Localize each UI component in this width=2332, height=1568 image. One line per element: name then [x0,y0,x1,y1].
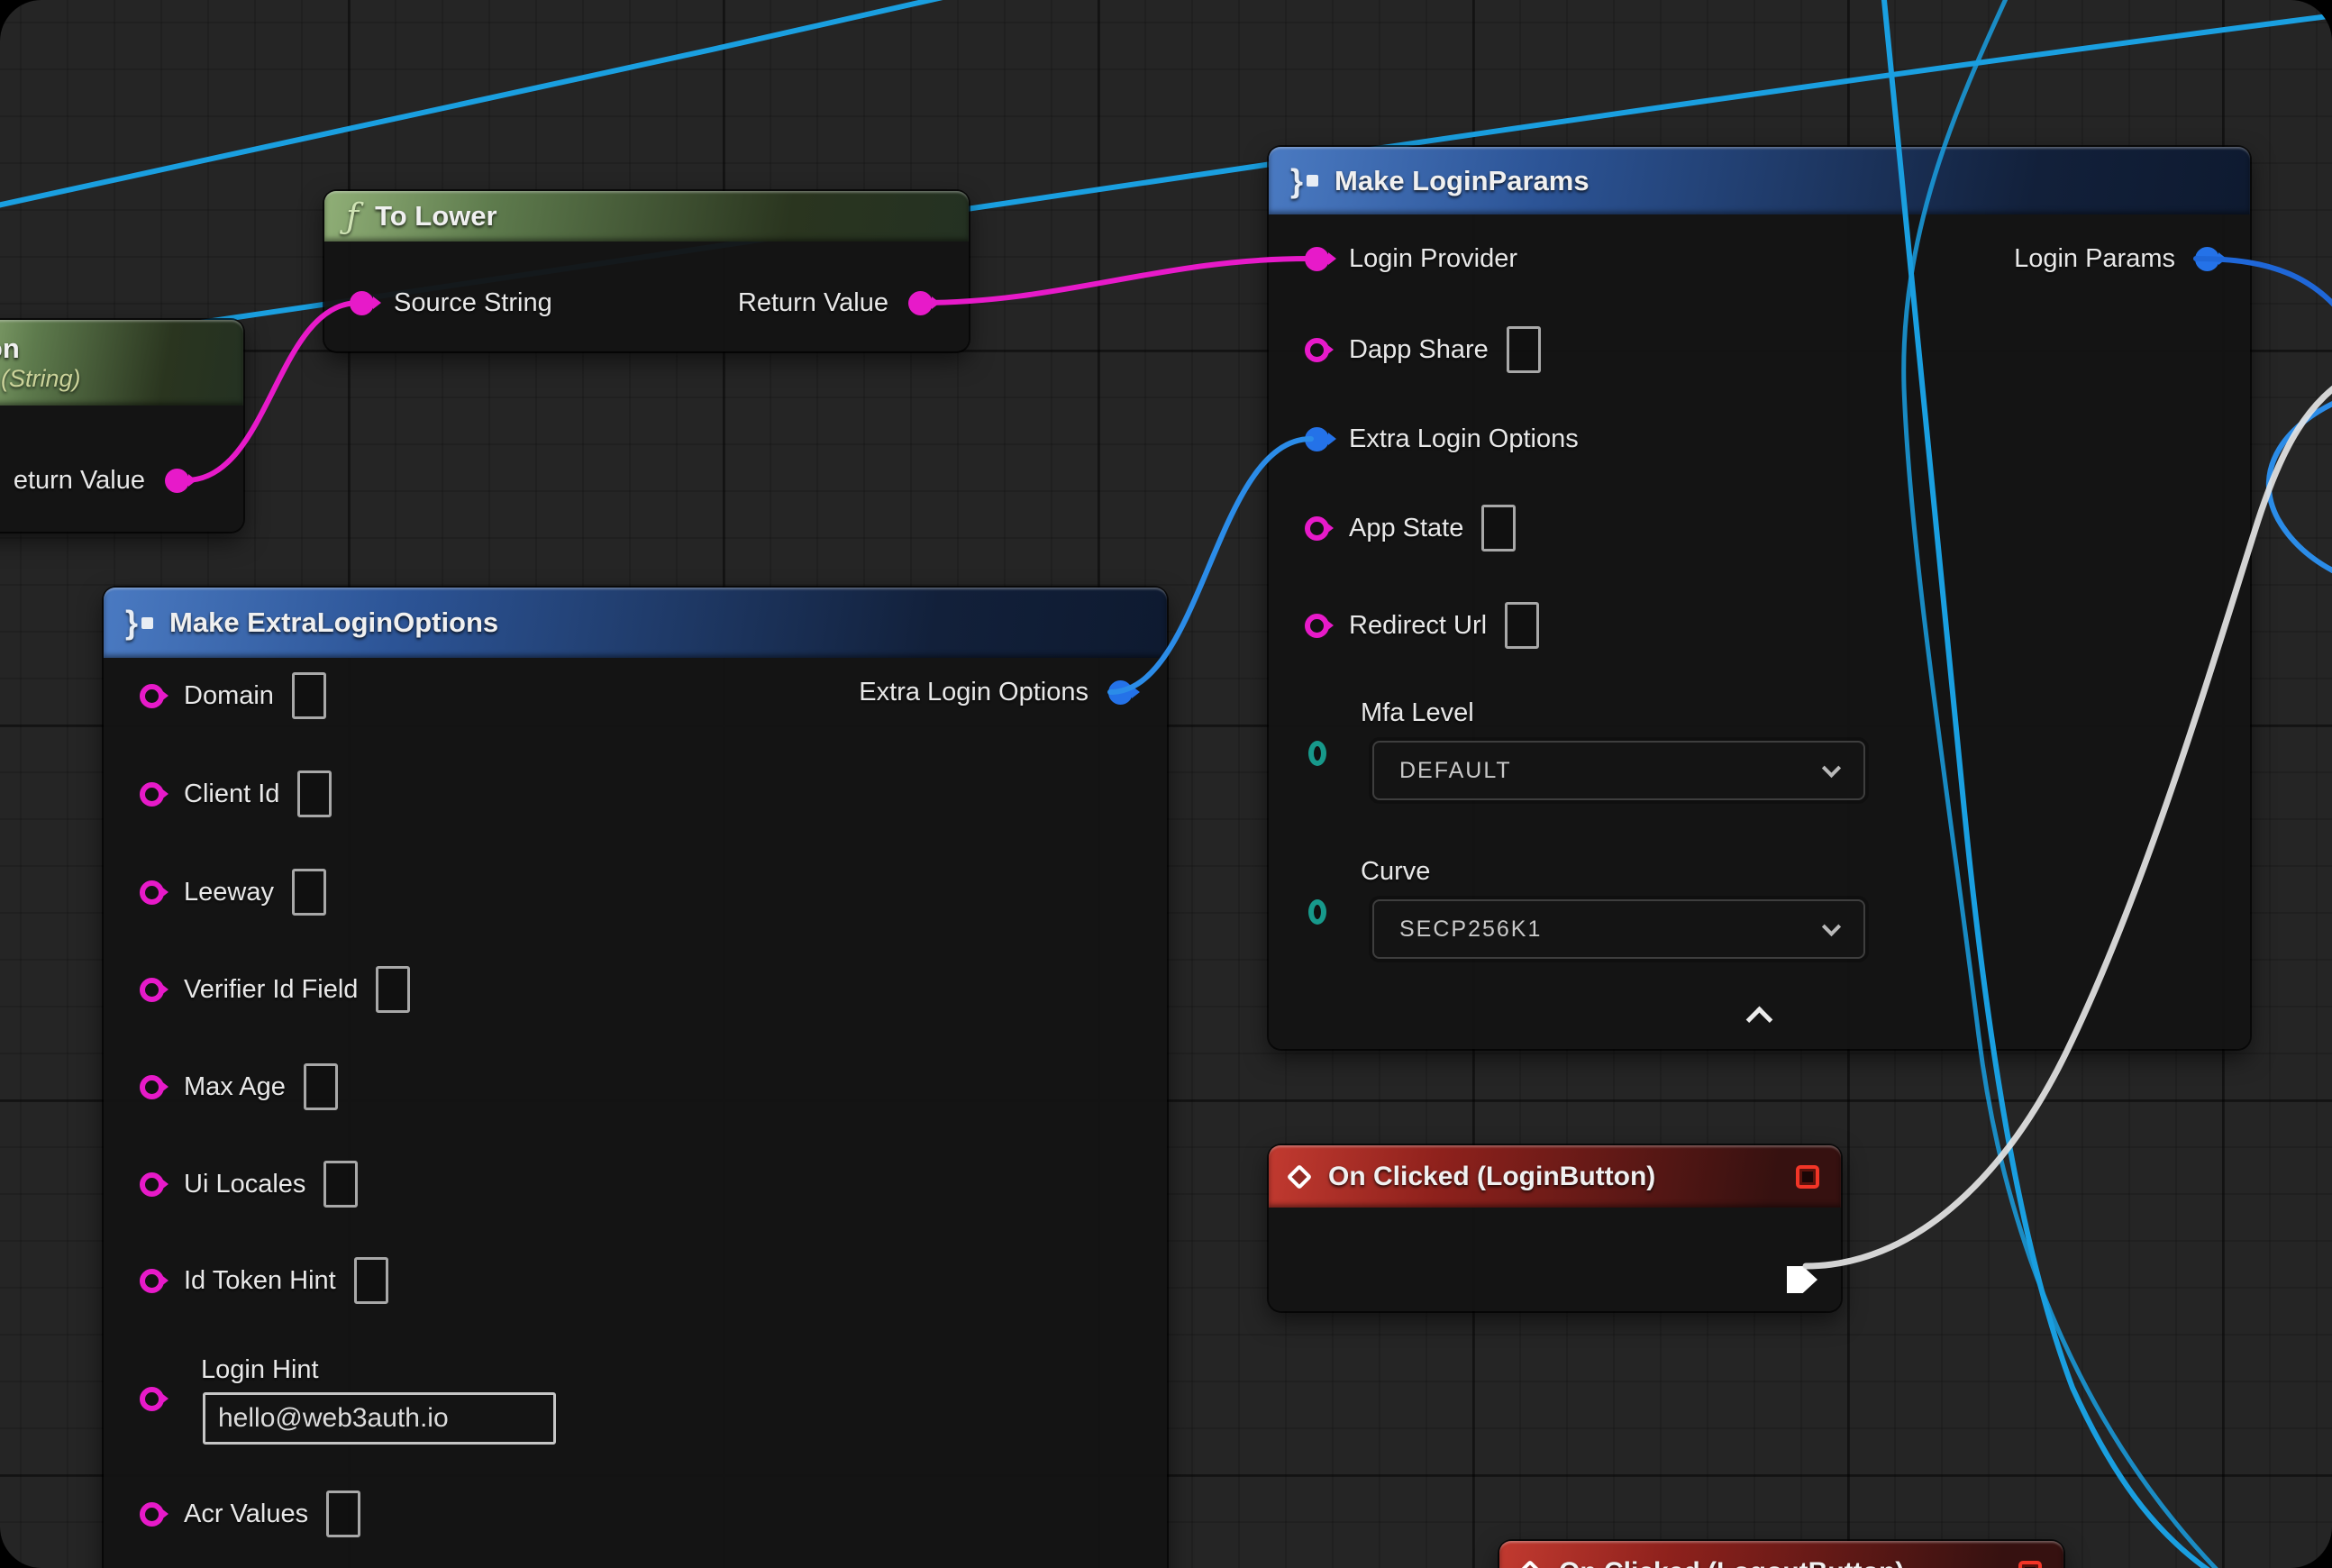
chevron-down-icon [1822,758,1841,777]
id-token-hint-value-box[interactable] [354,1257,388,1304]
client-id-value-box[interactable] [297,770,332,817]
pin-label: Acr Values [184,1500,308,1529]
node-title: On Clicked (LoginButton) [1328,1162,1655,1192]
make-struct-icon: } [1290,162,1318,200]
redirect-url-pin[interactable] [1305,614,1329,638]
return-value-pin[interactable] [908,291,933,315]
pin-label: Client Id [184,779,279,809]
node-subtitle-fragment: ox (String) [0,365,81,393]
node-title: Make LoginParams [1335,165,1590,197]
curve-label: Curve [1361,857,1430,887]
dapp-share-pin[interactable] [1305,338,1329,362]
source-string-pin[interactable] [350,291,374,315]
node-to-lower[interactable]: ƒ To Lower Source String Return Value [324,191,969,351]
max-age-pin[interactable] [140,1075,164,1099]
return-value-pin[interactable] [165,469,189,493]
domain-pin[interactable] [140,684,164,708]
leeway-value-box[interactable] [292,869,326,916]
pin-label: Id Token Hint [184,1266,336,1296]
domain-value-box[interactable] [292,672,326,719]
mfa-level-pin[interactable] [1308,741,1326,766]
chevron-down-icon [1822,916,1841,935]
delegate-pin-icon[interactable] [1796,1165,1819,1189]
app-state-pin[interactable] [1305,516,1329,541]
pin-label: App State [1349,514,1463,543]
ui-locales-value-box[interactable] [323,1161,358,1208]
mfa-level-value: DEFAULT [1399,758,1512,784]
mfa-level-dropdown[interactable]: DEFAULT [1372,741,1865,800]
node-on-clicked-login-button[interactable]: On Clicked (LoginButton) [1269,1145,1841,1311]
pin-label: eturn Value [14,466,145,496]
pin-label: Leeway [184,878,274,907]
ui-locales-pin[interactable] [140,1172,164,1197]
mfa-level-label: Mfa Level [1361,698,1474,728]
extra-login-options-output-pin[interactable] [1108,680,1133,705]
login-hint-label: Login Hint [201,1355,319,1385]
redirect-url-value-box[interactable] [1505,602,1539,649]
extra-login-options-input-pin[interactable] [1305,427,1329,451]
node-on-clicked-logout-button[interactable]: On Clicked (LogoutButton) [1499,1541,2063,1568]
id-token-hint-pin[interactable] [140,1269,164,1293]
make-struct-icon: } [125,604,153,642]
pin-label: Return Value [738,288,888,318]
node-title: To Lower [375,200,496,232]
login-hint-input[interactable] [203,1392,556,1445]
event-icon [1517,1560,1543,1568]
collapse-node-button[interactable] [1750,1005,1770,1025]
verifier-id-field-value-box[interactable] [376,966,410,1013]
pin-label: Login Params [2014,244,2175,274]
curve-dropdown[interactable]: SECP256K1 [1372,899,1865,959]
exec-output-pin[interactable] [1787,1266,1817,1293]
pin-label: Extra Login Options [859,678,1089,707]
login-params-output-pin[interactable] [2195,247,2219,271]
pin-label: Extra Login Options [1349,424,1579,454]
node-title-fragment: tion [0,333,20,365]
dapp-share-value-box[interactable] [1507,326,1541,373]
leeway-pin[interactable] [140,880,164,905]
pin-label: Max Age [184,1072,286,1102]
max-age-value-box[interactable] [304,1063,338,1110]
pin-label: Redirect Url [1349,611,1487,641]
acr-values-value-box[interactable] [326,1491,360,1537]
function-icon: ƒ [346,196,359,236]
login-hint-pin[interactable] [140,1387,164,1411]
node-title: On Clicked (LogoutButton) [1559,1557,1904,1568]
curve-value: SECP256K1 [1399,916,1542,943]
verifier-id-field-pin[interactable] [140,978,164,1002]
pin-label: Login Provider [1349,244,1517,274]
curve-pin[interactable] [1308,899,1326,925]
client-id-pin[interactable] [140,782,164,807]
acr-values-pin[interactable] [140,1502,164,1527]
pin-label: Verifier Id Field [184,975,358,1005]
pin-label: Dapp Share [1349,335,1489,365]
pin-label: Ui Locales [184,1170,305,1199]
pin-label: Domain [184,681,274,711]
login-provider-pin[interactable] [1305,247,1329,271]
node-make-login-params[interactable]: } Make LoginParams Login Params Login Pr… [1269,147,2250,1049]
node-make-extra-login-options[interactable]: } Make ExtraLoginOptions Extra Login Opt… [104,588,1167,1568]
delegate-pin-icon[interactable] [2018,1561,2042,1568]
node-title: Make ExtraLoginOptions [169,606,498,639]
pin-label: Source String [394,288,552,318]
blueprint-canvas[interactable]: ƒ To Lower Source String Return Value ti… [0,0,2332,1568]
app-state-value-box[interactable] [1481,505,1516,552]
event-icon [1287,1163,1312,1189]
node-partial-function[interactable]: tion ox (String) eturn Value [0,320,243,532]
